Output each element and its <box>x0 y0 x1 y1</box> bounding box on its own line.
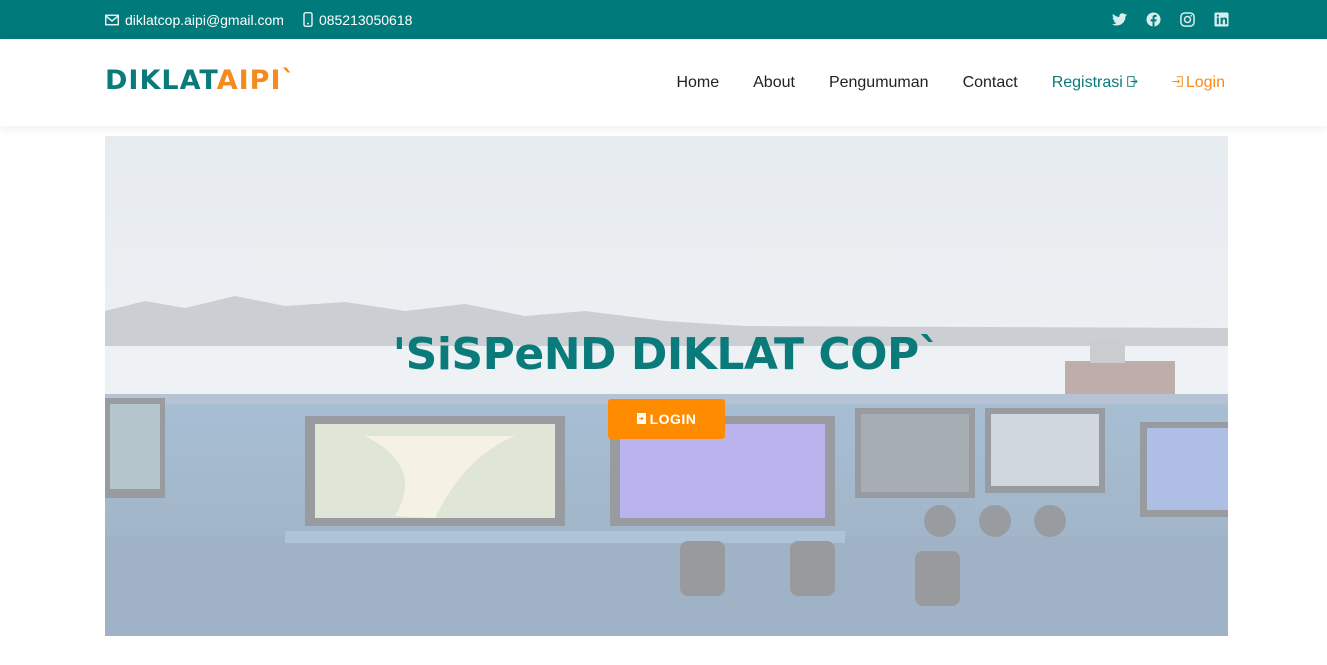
hero-overlay <box>105 136 1228 636</box>
facebook-icon[interactable] <box>1145 12 1161 28</box>
nav-pengumuman[interactable]: Pengumuman <box>829 74 929 92</box>
main-header: DIKLATAIPI` Home About Pengumuman Contac… <box>0 39 1327 126</box>
email-link[interactable]: diklatcop.aipi@gmail.com <box>105 12 284 28</box>
site-logo[interactable]: DIKLATAIPI` <box>105 63 296 99</box>
nav-login-label: Login <box>1185 73 1225 91</box>
social-links <box>1111 0 1229 39</box>
linkedin-icon[interactable] <box>1213 12 1229 28</box>
hero-banner: 'SiSPeND DIKLAT COP` LOGIN <box>105 136 1228 636</box>
phone-link[interactable]: 085213050618 <box>303 12 412 28</box>
twitter-icon[interactable] <box>1111 12 1127 28</box>
contact-info: diklatcop.aipi@gmail.com 085213050618 <box>105 0 412 39</box>
nav-registrasi-label: Registrasi <box>1051 73 1123 91</box>
logo-text-accent: AIPI` <box>216 65 296 96</box>
phone-icon <box>303 12 313 27</box>
nav-home[interactable]: Home <box>676 74 719 92</box>
login-icon <box>1172 74 1183 92</box>
phone-text: 085213050618 <box>318 11 413 28</box>
hero-login-label: LOGIN <box>649 411 697 427</box>
nav-login[interactable]: Login <box>1172 74 1225 92</box>
logo-text-primary: DIKLAT <box>105 65 217 96</box>
nav-contact[interactable]: Contact <box>963 74 1018 92</box>
nav-about[interactable]: About <box>753 74 795 92</box>
hero-title: 'SiSPeND DIKLAT COP` <box>392 329 941 380</box>
envelope-icon <box>105 14 119 26</box>
top-contact-bar: diklatcop.aipi@gmail.com 085213050618 <box>0 0 1327 39</box>
login-icon <box>636 411 646 427</box>
main-nav: Home About Pengumuman Contact Registrasi… <box>676 39 1225 126</box>
email-text: diklatcop.aipi@gmail.com <box>125 11 284 28</box>
hero-login-button[interactable]: LOGIN <box>608 399 725 439</box>
instagram-icon[interactable] <box>1179 12 1195 28</box>
sign-in-icon <box>1127 74 1138 92</box>
nav-registrasi[interactable]: Registrasi <box>1052 74 1138 92</box>
